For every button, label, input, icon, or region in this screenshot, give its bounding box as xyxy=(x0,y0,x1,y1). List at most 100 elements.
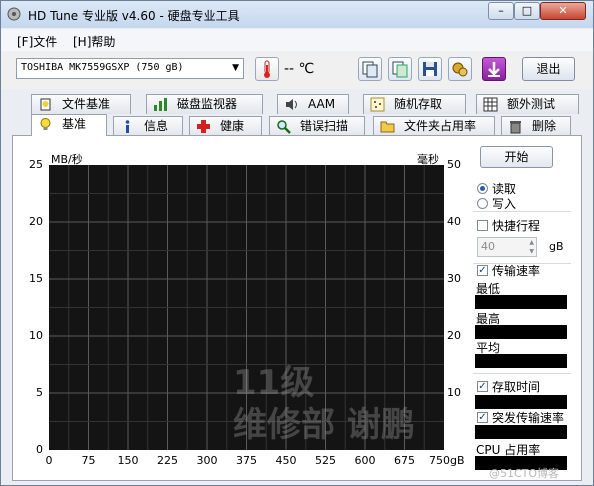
transfer-rate-checkbox[interactable]: ✓ xyxy=(477,265,488,276)
left-axis-tick: 10 xyxy=(29,329,43,342)
min-value-box xyxy=(475,295,567,309)
maximize-button[interactable]: □ xyxy=(514,2,540,20)
x-axis-tick: 0 xyxy=(45,454,53,467)
access-time-checkbox[interactable]: ✓ xyxy=(477,381,488,392)
minimize-button[interactable]: – xyxy=(488,2,514,20)
lightbulb-icon xyxy=(38,117,53,132)
left-axis-tick: 25 xyxy=(29,158,43,171)
divider xyxy=(473,373,571,374)
burst-rate-label: 突发传输速率 xyxy=(492,411,565,425)
tab-error-scan-label: 错误扫描 xyxy=(300,119,349,133)
tab-disk-monitor[interactable]: 磁盘监视器 xyxy=(146,94,263,114)
x-axis-tick: 225 xyxy=(157,454,178,467)
access-time-value-box xyxy=(475,395,567,409)
short-stroke-value: 40 xyxy=(481,240,495,253)
x-axis-tick: 375 xyxy=(236,454,257,467)
menu-help[interactable]: [H]帮助 xyxy=(73,33,115,50)
x-axis-tick: 675 xyxy=(394,454,415,467)
tab-extra-tests-label: 额外测试 xyxy=(507,97,556,111)
x-axis-tick: 525 xyxy=(315,454,336,467)
x-axis-tick: 600 xyxy=(354,454,376,467)
watermark-line2: 维修部 谢鹏 xyxy=(233,405,415,445)
speaker-icon xyxy=(284,97,299,112)
tab-disk-monitor-label: 磁盘监视器 xyxy=(177,97,238,111)
folder-icon xyxy=(380,119,395,134)
tab-info[interactable]: 信息 xyxy=(113,116,183,136)
tab-aam[interactable]: AAM xyxy=(277,94,349,114)
max-value-box xyxy=(475,325,567,339)
drive-select-value: TOSHIBA MK7559GSXP (750 gB) xyxy=(21,62,184,73)
spin-up-icon[interactable]: ▲ xyxy=(529,239,534,246)
copy-icon[interactable] xyxy=(358,57,382,81)
avg-value-box xyxy=(475,354,567,368)
right-axis-tick: 20 xyxy=(447,329,461,342)
right-axis-tick: 10 xyxy=(447,386,461,399)
right-axis-tick: 50 xyxy=(447,158,461,171)
options-icon[interactable] xyxy=(448,57,472,81)
write-radio[interactable] xyxy=(477,198,488,209)
menu-file[interactable]: [F]文件 xyxy=(17,33,57,50)
tab-folder-usage-label: 文件夹占用率 xyxy=(404,119,477,133)
info-icon xyxy=(120,119,135,134)
tab-random-access[interactable]: 随机存取 xyxy=(363,94,466,114)
x-axis-tick: 300 xyxy=(196,454,218,467)
close-button[interactable]: ✕ xyxy=(540,2,586,20)
short-stroke-checkbox[interactable] xyxy=(477,220,488,231)
app-window: HD Tune 专业版 v4.60 - 硬盘专业工具 – □ ✕ [F]文件 [… xyxy=(0,0,594,486)
exit-button[interactable]: 退出 xyxy=(522,57,575,81)
tab-file-benchmark[interactable]: 文件基准 xyxy=(31,94,131,114)
tab-file-benchmark-label: 文件基准 xyxy=(62,97,111,111)
tab-health-label: 健康 xyxy=(220,119,245,133)
tab-extra-tests[interactable]: 额外测试 xyxy=(476,94,579,114)
tab-erase[interactable]: 删除 xyxy=(501,116,571,136)
write-label: 写入 xyxy=(492,197,517,211)
menu-bar: [F]文件 [H]帮助 xyxy=(1,29,593,52)
bar-chart-icon xyxy=(153,97,168,112)
x-axis-tick: 75 xyxy=(81,454,96,467)
temperature-readout: -- ℃ xyxy=(284,61,315,77)
file-bulb-icon xyxy=(38,97,53,112)
tab-info-label: 信息 xyxy=(144,119,169,133)
tab-error-scan[interactable]: 错误扫描 xyxy=(269,116,365,136)
start-button[interactable]: 开始 xyxy=(480,146,553,168)
copy-all-icon[interactable] xyxy=(388,57,412,81)
transfer-rate-label: 传输速率 xyxy=(492,264,541,278)
short-stroke-spinner[interactable]: 40 ▲ ▼ xyxy=(477,237,537,257)
x-axis-tick: 150 xyxy=(117,454,139,467)
spin-down-icon[interactable]: ▼ xyxy=(529,248,534,255)
burst-rate-value-box xyxy=(475,425,567,439)
magnifier-icon xyxy=(276,119,291,134)
drive-select[interactable]: TOSHIBA MK7559GSXP (750 gB) ▼ xyxy=(16,58,244,79)
x-axis-tick: 750gB xyxy=(429,454,465,467)
tab-benchmark-label: 基准 xyxy=(62,117,87,131)
tab-random-access-label: 随机存取 xyxy=(394,97,443,111)
tab-health[interactable]: 健康 xyxy=(189,116,262,136)
app-icon xyxy=(7,7,21,21)
tab-aam-label: AAM xyxy=(308,97,336,111)
site-watermark: @51CTO博客 xyxy=(489,467,560,480)
save-icon[interactable] xyxy=(418,57,442,81)
toolbar: TOSHIBA MK7559GSXP (750 gB) ▼ -- ℃ 退出 xyxy=(1,51,593,89)
dotted-grid-icon xyxy=(370,97,385,112)
right-axis-tick: 30 xyxy=(447,272,461,285)
window-title: HD Tune 专业版 v4.60 - 硬盘专业工具 xyxy=(28,9,240,23)
x-axis-tick: 450 xyxy=(275,454,297,467)
right-axis-tick: 40 xyxy=(447,215,461,228)
left-axis-tick: 5 xyxy=(36,386,43,399)
grid-icon xyxy=(483,97,498,112)
download-icon[interactable] xyxy=(482,57,506,81)
short-stroke-unit: gB xyxy=(549,240,564,253)
divider xyxy=(473,211,571,212)
read-radio[interactable] xyxy=(477,183,488,194)
left-axis-tick: 15 xyxy=(29,272,43,285)
title-bar: HD Tune 专业版 v4.60 - 硬盘专业工具 – □ ✕ xyxy=(1,1,593,28)
tab-erase-label: 删除 xyxy=(532,119,557,133)
red-cross-icon xyxy=(196,119,211,134)
tab-folder-usage[interactable]: 文件夹占用率 xyxy=(373,116,495,136)
burst-rate-checkbox[interactable]: ✓ xyxy=(477,412,488,423)
left-axis-tick: 20 xyxy=(29,215,43,228)
short-stroke-label: 快捷行程 xyxy=(492,219,541,233)
thermometer-icon[interactable] xyxy=(255,57,279,81)
tab-benchmark[interactable]: 基准 xyxy=(31,114,107,136)
chevron-down-icon: ▼ xyxy=(232,63,239,73)
